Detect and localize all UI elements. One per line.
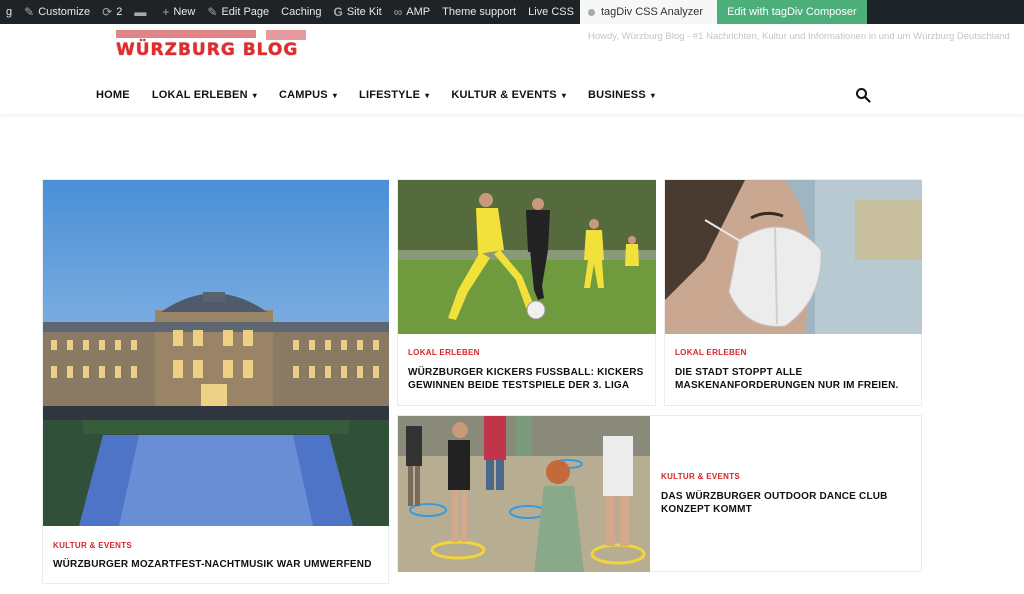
caching-link[interactable]: Caching [275,0,327,24]
nav-item-label: CAMPUS [278,89,328,101]
logo-text: WÜRZBURG BLOG [116,40,299,60]
live-css-label: Live CSS [528,6,574,18]
post-category[interactable]: LOKAL ERLEBEN [408,348,480,357]
nav-item-label: LOKAL ERLEBEN [151,89,248,101]
search-icon[interactable] [855,87,871,103]
post-card-mask[interactable]: LOKAL ERLEBEN DIE STADT STOPPT ALLE MASK… [664,179,922,406]
admin-bar-item-label: g [6,6,13,18]
google-icon: G [333,5,343,19]
plus-icon: + [162,5,170,19]
post-image-dance[interactable] [398,416,650,572]
nav-item-label: BUSINESS [588,89,646,101]
new-content-link[interactable]: + New [156,0,201,24]
pencil-icon: ✎ [207,5,218,19]
nav-item-label: HOME [96,89,130,101]
css-analyzer-label: tagDiv CSS Analyzer [600,6,704,18]
amp-link[interactable]: ∞ AMP [388,0,436,24]
nav-item-label: KULTUR & EVENTS [451,89,557,101]
edit-page-link[interactable]: ✎ Edit Page [201,0,275,24]
refresh-icon: ⟳ [102,5,113,19]
logo-skyline-accent [266,30,306,40]
live-css-link[interactable]: Live CSS [522,0,580,24]
comments-link[interactable]: ▬ [128,0,156,24]
nav-item-kultur-events[interactable]: KULTUR & EVENTS ▾ [451,89,566,101]
admin-bar-separator [709,0,718,24]
post-title[interactable]: WÜRZBURGER MOZARTFEST-NACHTMUSIK WAR UMW… [53,558,373,571]
nav-item-home[interactable]: HOME [96,89,130,101]
caching-label: Caching [281,6,322,18]
edit-with-composer-button[interactable]: Edit with tagDiv Composer [717,0,867,24]
theme-support-label: Theme support [442,6,517,18]
customize-link[interactable]: ✎ Customize [18,0,96,24]
customize-label: Customize [38,6,91,18]
chevron-down-icon: ▾ [425,90,430,100]
post-title[interactable]: WÜRZBURGER KICKERS FUSSBALL: KICKERS GEW… [408,366,648,392]
chevron-down-icon: ▾ [252,90,257,100]
updates-link[interactable]: ⟳ 2 [96,0,128,24]
post-title[interactable]: DIE STADT STOPPT ALLE MASKENANFORDERUNGE… [675,366,915,392]
post-title[interactable]: DAS WÜRZBURGER OUTDOOR DANCE CLUB KONZEP… [661,490,901,516]
nav-item-label: LIFESTYLE [359,89,421,101]
post-card-dance[interactable]: KULTUR & EVENTS DAS WÜRZBURGER OUTDOOR D… [397,415,922,572]
composer-label: Edit with tagDiv Composer [727,6,857,18]
site-logo[interactable]: WÜRZBURG BLOG [116,30,311,64]
amp-label: AMP [406,6,431,18]
admin-bar-item-partial[interactable]: g [0,0,18,24]
brush-icon: ✎ [24,5,35,19]
status-dot-icon [587,8,595,16]
post-category[interactable]: KULTUR & EVENTS [661,472,740,481]
site-kit-label: Site Kit [346,6,382,18]
site-header: WÜRZBURG BLOG Howdy, Würzburg Blog - #1 … [0,24,1024,114]
site-kit-link[interactable]: G Site Kit [328,0,388,24]
post-card-football[interactable]: LOKAL ERLEBEN WÜRZBURGER KICKERS FUSSBAL… [397,179,656,406]
site-tagline: Howdy, Würzburg Blog - #1 Nachrichten, K… [588,31,1010,42]
chevron-down-icon: ▾ [650,90,656,100]
nav-item-business[interactable]: BUSINESS ▾ [588,89,655,101]
chevron-down-icon: ▾ [332,90,338,100]
post-category[interactable]: KULTUR & EVENTS [53,541,132,550]
nav-item-campus[interactable]: CAMPUS ▾ [279,89,337,101]
updates-count: 2 [116,6,123,18]
post-category[interactable]: LOKAL ERLEBEN [675,348,747,357]
post-image-palace[interactable] [43,180,389,526]
logo-skyline [116,30,256,38]
comment-icon: ▬ [134,5,147,19]
nav-item-lifestyle[interactable]: LIFESTYLE ▾ [359,89,429,101]
nav-item-lokal-erleben[interactable]: LOKAL ERLEBEN ▾ [152,89,257,101]
chevron-down-icon: ▾ [561,90,567,100]
link-icon: ∞ [393,5,403,19]
css-analyzer-link[interactable]: tagDiv CSS Analyzer [579,0,710,24]
post-image-mask[interactable] [665,180,922,334]
featured-post-main[interactable]: KULTUR & EVENTS WÜRZBURGER MOZARTFEST-NA… [42,179,389,584]
admin-bar: g ✎ Customize ⟳ 2 ▬ + New ✎ Edit Page Cachin… [0,0,1024,24]
theme-support-link[interactable]: Theme support [436,0,522,24]
new-label: New [173,6,196,18]
main-nav: HOME LOKAL ERLEBEN ▾ CAMPUS ▾ LIFESTYLE ▾ KULTU… [96,89,677,101]
edit-page-label: Edit Page [221,6,270,18]
post-image-football[interactable] [398,180,656,334]
